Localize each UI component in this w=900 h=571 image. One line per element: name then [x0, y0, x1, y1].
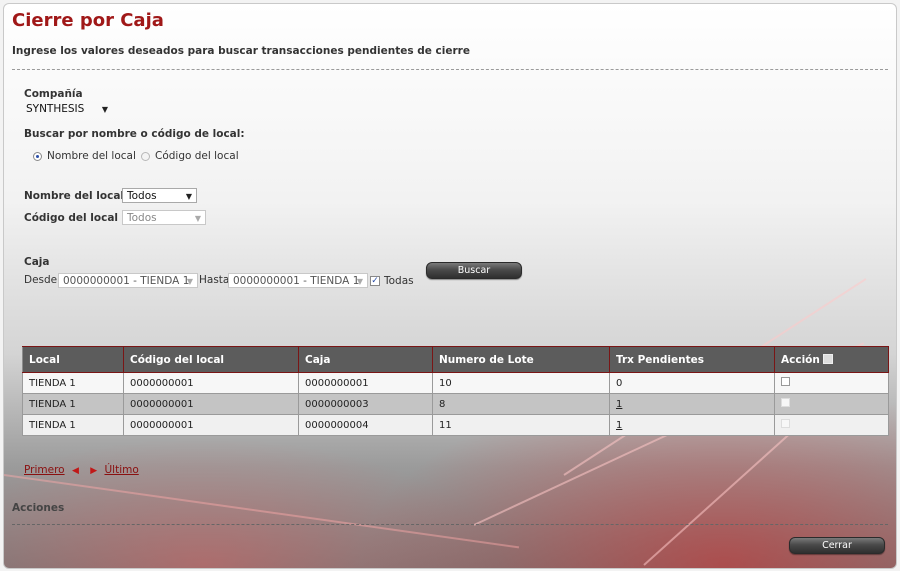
nombre-local-label: Nombre del local — [24, 190, 125, 202]
divider — [12, 69, 888, 70]
radio-codigo-local-label: Código del local — [155, 150, 239, 162]
divider — [12, 524, 888, 525]
col-local: Local — [22, 346, 124, 373]
buscar-por-label: Buscar por nombre o código de local: — [24, 128, 245, 140]
chevron-down-icon: ▼ — [356, 277, 363, 286]
buscar-button[interactable]: Buscar — [426, 262, 522, 279]
col-trx-pendientes: Trx Pendientes — [609, 346, 775, 373]
caja-hasta-select[interactable]: 0000000001 - TIENDA 1 ▼ — [228, 273, 368, 288]
cell-lote: 11 — [432, 414, 610, 436]
arrow-right-icon[interactable]: ▶ — [90, 466, 97, 476]
row-checkbox[interactable] — [781, 377, 790, 386]
chevron-down-icon: ▼ — [185, 192, 192, 201]
codigo-local-value: Todos — [127, 212, 157, 224]
table-row: TIENDA 1 0000000001 0000000003 8 1 — [22, 393, 889, 415]
cell-local: TIENDA 1 — [22, 393, 124, 415]
page-subtitle: Ingrese los valores deseados para buscar… — [12, 45, 470, 57]
caja-hasta-value: 0000000001 - TIENDA 1 — [233, 275, 360, 287]
cell-local: TIENDA 1 — [22, 372, 124, 394]
chevron-down-icon: ▼ — [194, 214, 201, 223]
cell-caja: 0000000004 — [298, 414, 433, 436]
cerrar-button[interactable]: Cerrar — [789, 537, 885, 554]
desde-label: Desde — [24, 274, 58, 286]
chevron-down-icon: ▼ — [101, 105, 108, 114]
cell-codigo: 0000000001 — [123, 372, 299, 394]
cell-trx: 1 — [609, 414, 775, 436]
cell-caja: 0000000001 — [298, 372, 433, 394]
select-all-checkbox[interactable] — [822, 353, 833, 364]
page-title: Cierre por Caja — [12, 10, 164, 31]
radio-nombre-local[interactable] — [33, 152, 42, 161]
col-numero-lote: Numero de Lote — [432, 346, 610, 373]
col-caja: Caja — [298, 346, 433, 373]
table-row: TIENDA 1 0000000001 0000000001 10 0 — [22, 372, 889, 394]
codigo-local-label: Código del local — [24, 212, 119, 224]
cell-codigo: 0000000001 — [123, 414, 299, 436]
pager: Primero ◀ ▶ Último — [24, 464, 139, 476]
radio-codigo-local[interactable] — [141, 152, 150, 161]
trx-link[interactable]: 1 — [616, 420, 622, 431]
caja-desde-select[interactable]: 0000000001 - TIENDA 1 ▼ — [58, 273, 198, 288]
cell-trx: 1 — [609, 393, 775, 415]
col-codigo-local: Código del local — [123, 346, 299, 373]
trx-link[interactable]: 1 — [616, 399, 622, 410]
cell-caja: 0000000003 — [298, 393, 433, 415]
acciones-label: Acciones — [12, 502, 65, 514]
results-table: Local Código del local Caja Numero de Lo… — [22, 346, 889, 436]
arrow-left-icon[interactable]: ◀ — [72, 466, 79, 476]
compania-label: Compañía — [24, 88, 83, 100]
cell-local: TIENDA 1 — [22, 414, 124, 436]
row-checkbox[interactable] — [781, 419, 790, 428]
nombre-local-value: Todos — [127, 190, 157, 202]
table-header-row: Local Código del local Caja Numero de Lo… — [22, 346, 889, 373]
codigo-local-select: Todos ▼ — [122, 210, 206, 225]
bg-streak — [4, 474, 520, 549]
cell-accion — [774, 393, 889, 415]
todas-checkbox[interactable]: ✓ — [370, 276, 380, 286]
cell-accion — [774, 414, 889, 436]
cell-accion — [774, 372, 889, 394]
cell-lote: 8 — [432, 393, 610, 415]
col-accion: Acción — [774, 346, 889, 373]
caja-desde-value: 0000000001 - TIENDA 1 — [63, 275, 190, 287]
todas-label: Todas — [384, 275, 414, 287]
compania-value: SYNTHESIS — [26, 103, 85, 115]
pager-last-link[interactable]: Último — [104, 464, 138, 476]
table-row: TIENDA 1 0000000001 0000000004 11 1 — [22, 414, 889, 436]
compania-select[interactable]: SYNTHESIS ▼ — [24, 102, 112, 117]
nombre-local-select[interactable]: Todos ▼ — [122, 188, 197, 203]
col-accion-label: Acción — [781, 353, 820, 366]
radio-nombre-local-label: Nombre del local — [47, 150, 136, 162]
pager-first-link[interactable]: Primero — [24, 464, 65, 476]
hasta-label: Hasta — [199, 274, 230, 286]
cell-lote: 10 — [432, 372, 610, 394]
chevron-down-icon: ▼ — [186, 277, 193, 286]
cell-trx: 0 — [609, 372, 775, 394]
caja-label: Caja — [24, 256, 50, 268]
row-checkbox[interactable] — [781, 398, 790, 407]
cell-codigo: 0000000001 — [123, 393, 299, 415]
main-panel: Cierre por Caja Ingrese los valores dese… — [3, 3, 897, 569]
